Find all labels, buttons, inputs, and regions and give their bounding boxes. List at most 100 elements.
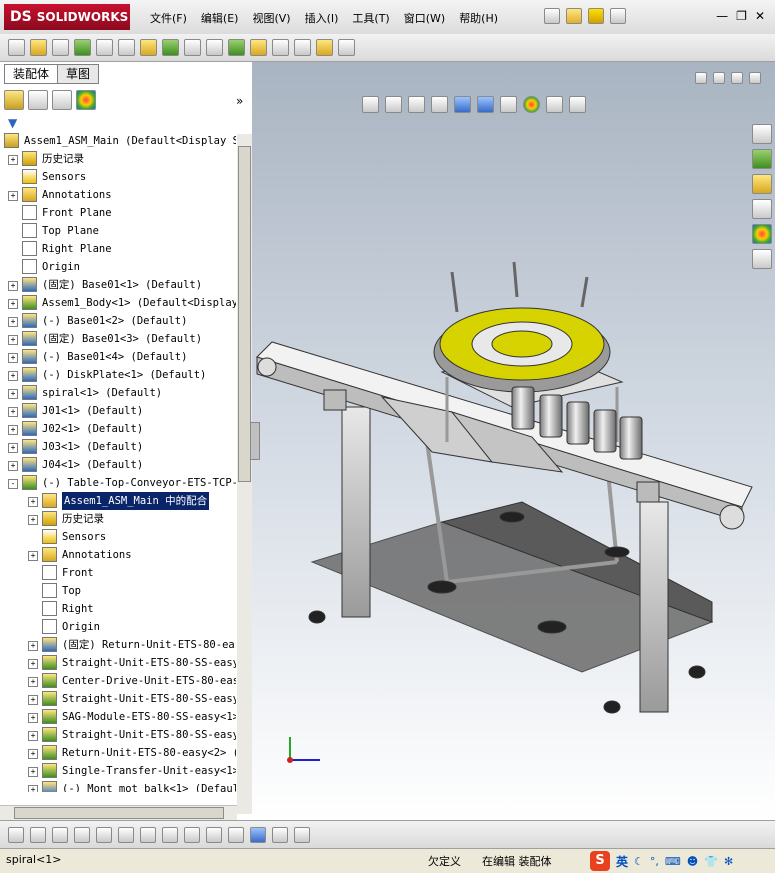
tree-item[interactable]: + (固定) Base01<3> (Default) [0, 330, 236, 348]
restore-icon[interactable]: ❐ [736, 9, 747, 23]
model-3d-view[interactable] [252, 62, 775, 820]
expand-icon[interactable]: + [8, 389, 18, 399]
tree-item[interactable]: Sensors [0, 168, 236, 186]
warning-icon[interactable] [588, 8, 604, 24]
tree-item[interactable]: + (-) Base01<4> (Default) [0, 348, 236, 366]
expand-icon[interactable]: + [28, 515, 38, 525]
tree-item[interactable]: + Single-Transfer-Unit-easy<1> [0, 762, 236, 780]
view-list-icon[interactable] [272, 826, 288, 843]
tree-item[interactable]: + J01<1> (Default) [0, 402, 236, 420]
tree-item[interactable]: + spiral<1> (Default) [0, 384, 236, 402]
tab-assembly[interactable]: 装配体 [4, 64, 59, 84]
tree-item[interactable]: + Straight-Unit-ETS-80-SS-easy< [0, 726, 236, 744]
tree-item[interactable]: + Center-Drive-Unit-ETS-80-easy [0, 672, 236, 690]
expand-icon[interactable]: + [8, 407, 18, 417]
expand-icon[interactable]: + [28, 767, 38, 777]
trim-icon[interactable] [96, 826, 112, 843]
sketch-fillet-icon[interactable] [162, 826, 178, 843]
expand-icon[interactable]: + [28, 695, 38, 705]
menu-window[interactable]: 窗口(W) [404, 10, 445, 26]
arc-icon[interactable] [118, 826, 134, 843]
expand-icon[interactable]: + [28, 731, 38, 741]
tree-item[interactable]: + Assem1_Body<1> (Default<Display [0, 294, 236, 312]
tree-item[interactable]: + Annotations [0, 186, 236, 204]
tree-item[interactable]: + J03<1> (Default) [0, 438, 236, 456]
tree-item[interactable]: + J04<1> (Default) [0, 456, 236, 474]
hole-alignment-icon[interactable] [338, 39, 355, 56]
expand-icon[interactable]: + [28, 641, 38, 651]
sketch-chamfer-icon[interactable] [228, 826, 244, 843]
insert-components-icon[interactable] [8, 39, 25, 56]
collapse-icon[interactable]: - [8, 479, 18, 489]
point-icon[interactable] [8, 826, 24, 843]
bill-of-materials-icon[interactable] [228, 39, 245, 56]
skin-icon[interactable]: 👕 [704, 855, 718, 868]
show-hidden-icon[interactable] [140, 39, 157, 56]
configuration-manager-tab-icon[interactable] [52, 90, 72, 110]
display-manager-tab-icon[interactable] [76, 90, 96, 110]
tree-item[interactable]: - (-) Table-Top-Conveyor-ETS-TCP-8 [0, 474, 236, 492]
tree-item[interactable]: Front [0, 564, 236, 582]
tree-item[interactable]: + Annotations [0, 546, 236, 564]
expand-icon[interactable]: + [8, 281, 18, 291]
clearance-verification-icon[interactable] [316, 39, 333, 56]
tree-item[interactable]: Top Plane [0, 222, 236, 240]
construction-geometry-icon[interactable] [184, 826, 200, 843]
assembly-features-icon[interactable] [162, 39, 179, 56]
minimize-icon[interactable]: — [716, 9, 728, 23]
feature-manager-tab-icon[interactable] [4, 90, 24, 110]
tree-item[interactable]: Origin [0, 258, 236, 276]
graphics-area[interactable] [250, 62, 775, 820]
menu-tools[interactable]: 工具(T) [352, 10, 389, 26]
interference-detection-icon[interactable] [294, 39, 311, 56]
tree-item[interactable]: + Straight-Unit-ETS-80-SS-easy< [0, 654, 236, 672]
design-library-icon[interactable] [752, 149, 772, 169]
panel-collapse-handle[interactable] [250, 422, 260, 460]
menu-view[interactable]: 视图(V) [252, 10, 290, 26]
punctuation-icon[interactable]: °, [650, 855, 659, 868]
tree-item[interactable]: + Straight-Unit-ETS-80-SS-easy< [0, 690, 236, 708]
scrollbar-thumb[interactable] [14, 807, 224, 819]
file-explorer-icon[interactable] [752, 174, 772, 194]
tree-item[interactable]: + (-) DiskPlate<1> (Default) [0, 366, 236, 384]
new-motion-study-icon[interactable] [206, 39, 223, 56]
expand-icon[interactable]: + [28, 551, 38, 561]
3d-view-icon[interactable] [250, 826, 266, 843]
keyboard-icon[interactable]: ⌨ [665, 855, 681, 868]
tree-item[interactable]: + (-) Base01<2> (Default) [0, 312, 236, 330]
tree-item[interactable]: + (固定) Return-Unit-ETS-80-eas [0, 636, 236, 654]
linear-pattern-icon[interactable] [52, 39, 69, 56]
tree-item[interactable]: Origin [0, 618, 236, 636]
open-folder-icon[interactable] [566, 8, 582, 24]
reference-geometry-icon[interactable] [184, 39, 201, 56]
tree-item[interactable]: + (固定) Base01<1> (Default) [0, 276, 236, 294]
expand-icon[interactable]: + [8, 317, 18, 327]
expand-icon[interactable]: + [8, 191, 18, 201]
chevron-right-icon[interactable]: » [236, 94, 243, 108]
view-palette-icon[interactable] [752, 199, 772, 219]
user-icon[interactable]: ☻ [687, 855, 698, 868]
menu-edit[interactable]: 编辑(E) [201, 10, 239, 26]
tree-item[interactable]: Front Plane [0, 204, 236, 222]
move-component-icon[interactable] [96, 39, 113, 56]
expand-icon[interactable]: + [28, 497, 38, 507]
tree-horizontal-scrollbar[interactable] [0, 805, 237, 821]
help-icon[interactable] [610, 8, 626, 24]
tree-item[interactable]: Right [0, 600, 236, 618]
tree-item[interactable]: + J02<1> (Default) [0, 420, 236, 438]
tree-item[interactable]: Assem1_ASM_Main (Default<Display S [0, 132, 236, 150]
polygon-icon[interactable] [74, 826, 90, 843]
tree-item[interactable]: + (-) Mont mot balk<1> (Default [0, 780, 236, 792]
tree-item[interactable]: + 历史记录 [0, 150, 236, 168]
new-document-icon[interactable] [544, 8, 560, 24]
tools-icon[interactable]: ✻ [724, 855, 733, 868]
tab-sketch[interactable]: 草图 [57, 64, 100, 84]
expand-icon[interactable]: + [28, 785, 38, 792]
expand-icon[interactable]: + [8, 461, 18, 471]
expand-icon[interactable]: + [28, 677, 38, 687]
expand-icon[interactable]: + [8, 353, 18, 363]
circle-icon[interactable] [30, 826, 46, 843]
sogou-logo-icon[interactable]: S [590, 851, 610, 871]
expand-icon[interactable]: + [28, 713, 38, 723]
tree-item[interactable]: + SAG-Module-ETS-80-SS-easy<1> [0, 708, 236, 726]
